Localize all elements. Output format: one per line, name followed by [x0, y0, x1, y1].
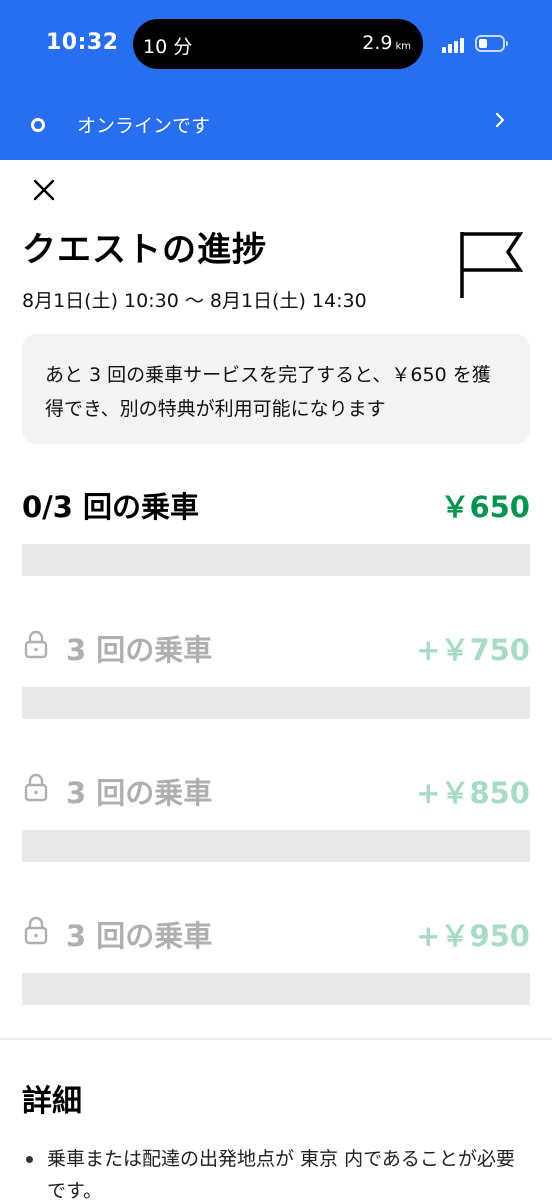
signal-icon	[442, 37, 468, 53]
tier-amount: +￥950	[416, 919, 530, 953]
tier-amount: +￥850	[416, 776, 530, 810]
tier-locked: 3 回の乗車 +￥750	[22, 627, 530, 719]
tier-label: 3 回の乗車	[66, 633, 213, 667]
online-indicator-icon	[31, 118, 45, 132]
tier-progress-bar	[22, 687, 530, 719]
chevron-right-icon[interactable]	[490, 108, 510, 132]
lock-icon	[24, 630, 48, 659]
page-title: クエストの進捗	[22, 230, 267, 270]
island-distance-unit: km	[395, 41, 411, 52]
tier-locked: 3 回の乗車 +￥950	[22, 913, 530, 1005]
details-list-item: 乗車または配達の出発地点が 東京 内であることが必要です。	[22, 1143, 532, 1200]
battery-icon	[475, 35, 508, 52]
tier-progress-bar	[22, 544, 530, 576]
status-time: 10:32	[46, 30, 119, 55]
details-heading: 詳細	[22, 1084, 82, 1119]
lock-icon	[24, 773, 48, 802]
tier-progress-bar	[22, 830, 530, 862]
quest-progress-screen: 10:32 10 分 2.9 km オンラインです クエストの進捗 8月1日(土)…	[0, 0, 552, 1200]
online-status-row[interactable]: オンラインです	[0, 92, 552, 156]
island-distance-value: 2.9	[362, 32, 393, 54]
island-eta: 10 分	[143, 36, 193, 58]
quest-info-text: あと 3 回の乗車サービスを完了すると、￥650 を獲得でき、別の特典が利用可能…	[45, 364, 491, 420]
section-divider	[0, 1038, 552, 1040]
dynamic-island[interactable]: 10 分 2.9 km	[133, 19, 423, 69]
details-item-text: 乗車または配達の出発地点が 東京 内であることが必要です。	[47, 1148, 515, 1200]
tier-amount: ￥650	[440, 490, 530, 524]
top-bar: 10:32 10 分 2.9 km オンラインです	[0, 0, 552, 160]
island-distance: 2.9 km	[362, 32, 411, 54]
tier-progress-bar	[22, 973, 530, 1005]
flag-icon	[460, 232, 524, 298]
tier-amount: +￥750	[416, 633, 530, 667]
close-icon[interactable]	[31, 177, 57, 203]
date-range: 8月1日(土) 10:30 〜 8月1日(土) 14:30	[22, 290, 367, 312]
tier-current: 0/3 回の乗車 ￥650	[22, 484, 530, 576]
tier-label: 3 回の乗車	[66, 776, 213, 810]
tier-locked: 3 回の乗車 +￥850	[22, 770, 530, 862]
bullet-icon	[26, 1156, 33, 1163]
online-status-label: オンラインです	[77, 115, 211, 137]
tier-label: 0/3 回の乗車	[22, 490, 200, 524]
quest-info-box: あと 3 回の乗車サービスを完了すると、￥650 を獲得でき、別の特典が利用可能…	[22, 334, 530, 444]
tier-label: 3 回の乗車	[66, 919, 213, 953]
lock-icon	[24, 916, 48, 945]
